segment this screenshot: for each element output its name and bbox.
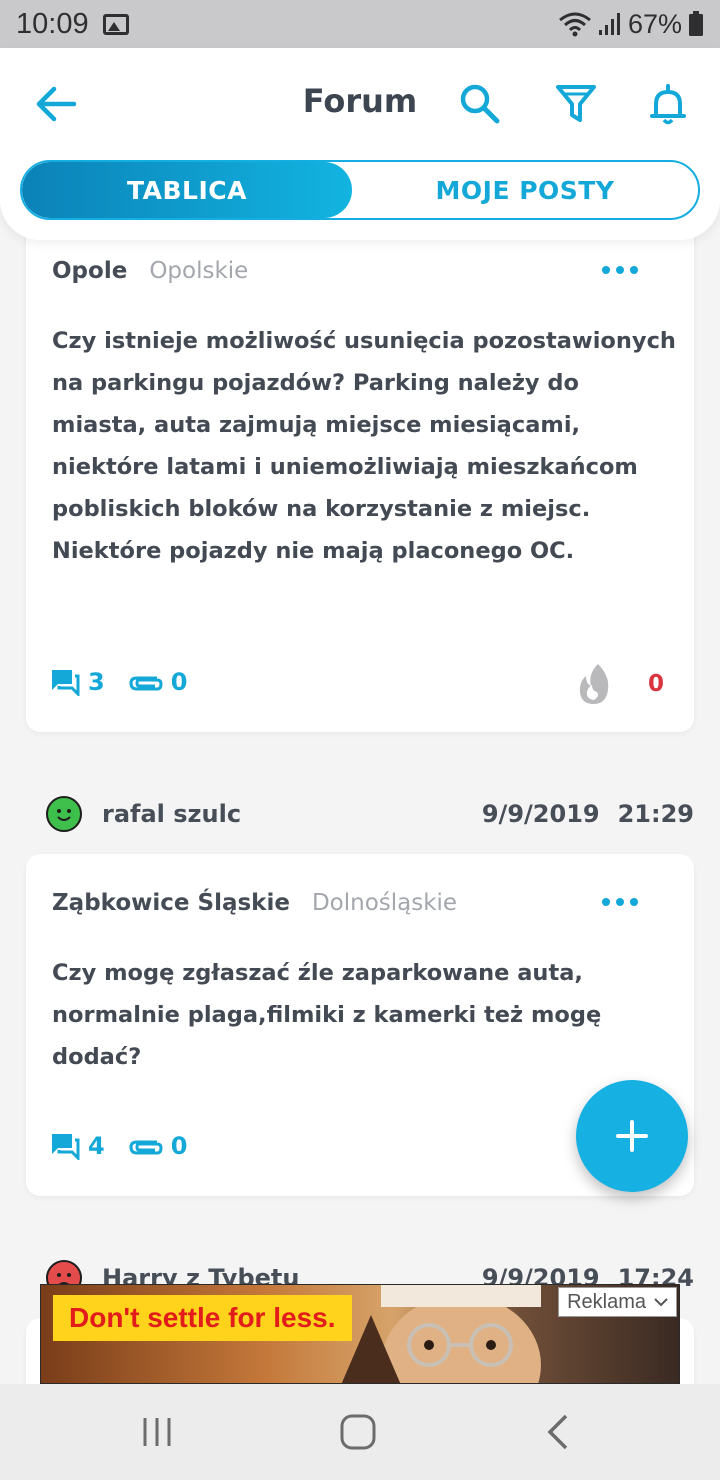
comments-icon[interactable] [50, 668, 80, 696]
app-header: Forum TABLICA MOJE POSTY [0, 48, 720, 240]
battery-icon [689, 11, 703, 36]
status-right: 67% [558, 9, 704, 40]
signal-icon [598, 13, 620, 35]
tab-tablica[interactable]: TABLICA [22, 162, 352, 218]
ad-slogan: Don't settle for less. [53, 1295, 352, 1341]
post-likes: 0 [576, 662, 664, 706]
comment-count: 3 [88, 668, 105, 696]
like-count: 0 [648, 671, 665, 697]
ad-label-text: Reklama [567, 1290, 646, 1313]
bell-icon[interactable] [646, 82, 690, 126]
attachment-count: 0 [170, 1132, 188, 1160]
system-nav-bar [0, 1384, 720, 1480]
ad-label[interactable]: Reklama [558, 1287, 677, 1317]
post-region: Dolnośląskie [311, 890, 458, 916]
back-nav-icon[interactable] [538, 1410, 582, 1454]
status-time: 10:09 [16, 7, 89, 40]
avatar[interactable] [46, 796, 82, 832]
home-icon[interactable] [336, 1410, 380, 1454]
wifi-icon [559, 12, 591, 37]
post-text: Czy istnieje możliwość usunięcia pozosta… [52, 328, 676, 564]
page-title: Forum [302, 82, 418, 120]
recent-apps-icon[interactable] [135, 1410, 179, 1454]
chevron-down-icon [654, 1298, 668, 1307]
attachment-icon[interactable] [127, 671, 163, 693]
comment-count: 4 [88, 1132, 105, 1160]
search-icon[interactable] [458, 82, 502, 126]
gallery-notification-icon [102, 13, 129, 35]
post-location: Ząbkowice Śląskie Dolnośląskie [52, 890, 457, 916]
post-card[interactable]: Opole Opolskie Czy istnieje możliwość us… [26, 206, 694, 732]
flame-icon[interactable] [576, 662, 612, 706]
back-arrow-icon[interactable] [34, 84, 78, 124]
post-author-row: rafal szulc 9/9/2019 21:29 [46, 796, 694, 832]
more-options-icon[interactable] [602, 898, 638, 908]
post-location: Opole Opolskie [52, 258, 248, 284]
ad-banner[interactable]: Don't settle for less. Reklama [40, 1284, 680, 1384]
add-post-button[interactable] [576, 1080, 688, 1192]
battery-percent: 67% [627, 8, 682, 39]
post-date: 9/9/2019 [481, 800, 600, 828]
post-region: Opolskie [149, 258, 249, 284]
attachment-count: 0 [170, 668, 188, 696]
post-stats: 4 0 [50, 1132, 209, 1160]
tab-switcher: TABLICA MOJE POSTY [20, 160, 700, 220]
ad-photo [341, 1285, 541, 1383]
more-options-icon[interactable] [602, 266, 638, 276]
post-city: Opole [52, 258, 128, 284]
author-name[interactable]: rafal szulc [102, 800, 241, 828]
status-bar: 10:09 67% [0, 0, 720, 48]
post-city: Ząbkowice Śląskie [52, 890, 290, 916]
tab-moje-posty[interactable]: MOJE POSTY [352, 162, 698, 218]
post-text: Czy mogę zgłaszać źle zaparkowane auta, … [52, 960, 602, 1070]
post-time: 21:29 [617, 800, 694, 828]
comments-icon[interactable] [50, 1132, 80, 1160]
post-stats: 3 0 [50, 668, 209, 696]
happy-face-icon [57, 809, 71, 821]
filter-icon[interactable] [554, 82, 598, 126]
attachment-icon[interactable] [127, 1135, 163, 1157]
plus-icon [616, 1120, 648, 1152]
